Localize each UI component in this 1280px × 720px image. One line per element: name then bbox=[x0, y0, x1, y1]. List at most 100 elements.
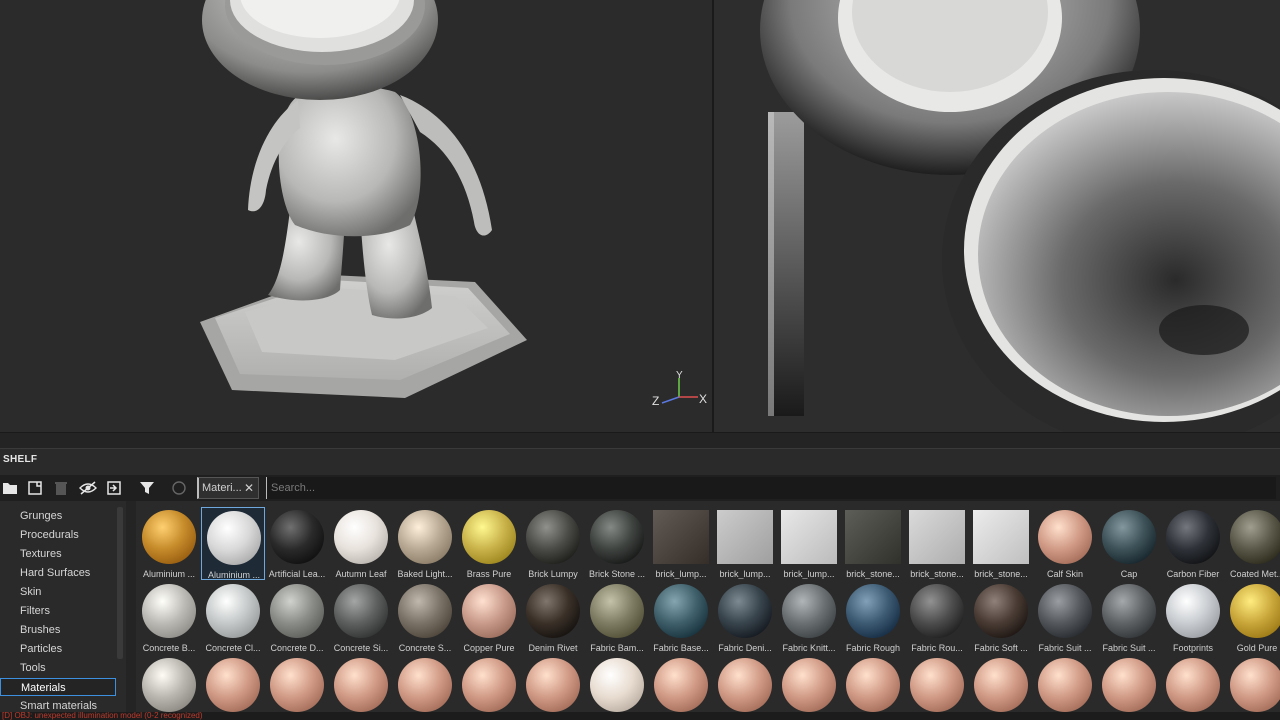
material-tile[interactable]: Fabric Rou... bbox=[905, 581, 969, 654]
material-tile[interactable]: Fabric Base... bbox=[649, 581, 713, 654]
material-tile[interactable]: Aluminium ... bbox=[201, 507, 265, 580]
material-label: Artificial Lea... bbox=[268, 569, 326, 579]
material-tile[interactable] bbox=[585, 655, 649, 720]
material-tile[interactable] bbox=[1225, 655, 1280, 720]
material-tile[interactable]: Concrete S... bbox=[393, 581, 457, 654]
material-tile[interactable]: Artificial Lea... bbox=[265, 507, 329, 580]
folder-icon[interactable] bbox=[0, 478, 20, 498]
material-tile[interactable] bbox=[1161, 655, 1225, 720]
filter-tag-label: Materi... bbox=[202, 482, 242, 494]
material-thumbnail bbox=[910, 584, 964, 638]
search-input[interactable] bbox=[266, 477, 1276, 499]
import-icon[interactable] bbox=[104, 478, 124, 498]
material-thumbnail bbox=[782, 658, 836, 712]
material-tile[interactable] bbox=[1033, 655, 1097, 720]
material-tile[interactable] bbox=[777, 655, 841, 720]
material-tile[interactable] bbox=[649, 655, 713, 720]
material-tile[interactable]: Aluminium ... bbox=[137, 507, 201, 580]
material-tile[interactable] bbox=[201, 655, 265, 720]
new-resource-icon[interactable] bbox=[25, 478, 45, 498]
material-label: Fabric Base... bbox=[653, 643, 709, 653]
material-tile[interactable] bbox=[393, 655, 457, 720]
material-tile[interactable] bbox=[969, 655, 1033, 720]
viewport-2d[interactable] bbox=[714, 0, 1280, 432]
material-thumbnail bbox=[974, 584, 1028, 638]
material-tile[interactable]: Footprints bbox=[1161, 581, 1225, 654]
category-materials[interactable]: Materials bbox=[0, 678, 116, 696]
material-thumbnail bbox=[142, 658, 196, 712]
filter-icon[interactable] bbox=[137, 478, 157, 498]
delete-icon[interactable] bbox=[51, 478, 71, 498]
material-thumbnail bbox=[334, 584, 388, 638]
category-scrollbar[interactable] bbox=[117, 507, 123, 659]
hide-icon[interactable] bbox=[78, 478, 98, 498]
material-tile[interactable]: brick_stone... bbox=[841, 507, 905, 580]
material-thumbnail bbox=[590, 658, 644, 712]
material-tile[interactable]: Autumn Leaf bbox=[329, 507, 393, 580]
material-tile[interactable] bbox=[137, 655, 201, 720]
material-tile[interactable] bbox=[265, 655, 329, 720]
category-skin[interactable]: Skin bbox=[0, 583, 116, 601]
close-icon[interactable]: ✕ bbox=[244, 481, 254, 495]
material-tile[interactable] bbox=[841, 655, 905, 720]
material-tile[interactable] bbox=[713, 655, 777, 720]
material-tile[interactable]: brick_lump... bbox=[777, 507, 841, 580]
material-tile[interactable]: Gold Pure bbox=[1225, 581, 1280, 654]
material-thumbnail bbox=[1166, 584, 1220, 638]
material-tile[interactable] bbox=[521, 655, 585, 720]
material-tile[interactable]: Fabric Rough bbox=[841, 581, 905, 654]
axis-y-label: Y bbox=[676, 370, 683, 381]
viewport-3d[interactable]: Y X Z bbox=[0, 0, 712, 432]
material-tile[interactable] bbox=[905, 655, 969, 720]
category-filters[interactable]: Filters bbox=[0, 602, 116, 620]
material-tile[interactable]: Concrete Cl... bbox=[201, 581, 265, 654]
material-tile[interactable]: Fabric Suit ... bbox=[1097, 581, 1161, 654]
material-tile[interactable]: Baked Light... bbox=[393, 507, 457, 580]
material-tile[interactable]: Fabric Soft ... bbox=[969, 581, 1033, 654]
material-label: Baked Light... bbox=[397, 569, 453, 579]
category-brushes[interactable]: Brushes bbox=[0, 621, 116, 639]
material-tile[interactable]: Fabric Suit ... bbox=[1033, 581, 1097, 654]
material-tile[interactable] bbox=[457, 655, 521, 720]
category-textures[interactable]: Textures bbox=[0, 545, 116, 563]
material-tile[interactable]: Copper Pure bbox=[457, 581, 521, 654]
material-tile[interactable]: Cap bbox=[1097, 507, 1161, 580]
material-thumbnail bbox=[334, 510, 388, 564]
material-tile[interactable]: brick_stone... bbox=[969, 507, 1033, 580]
material-tile[interactable]: Concrete D... bbox=[265, 581, 329, 654]
refresh-icon[interactable] bbox=[169, 478, 189, 498]
material-tile[interactable]: Brick Lumpy bbox=[521, 507, 585, 580]
material-tile[interactable]: Concrete B... bbox=[137, 581, 201, 654]
panel-splitter[interactable] bbox=[0, 432, 1280, 448]
material-tile[interactable]: Fabric Knitt... bbox=[777, 581, 841, 654]
material-tile[interactable]: Brass Pure bbox=[457, 507, 521, 580]
material-tile[interactable]: Fabric Deni... bbox=[713, 581, 777, 654]
material-tile[interactable]: Calf Skin bbox=[1033, 507, 1097, 580]
shelf-toolbar: Materi... ✕ bbox=[0, 475, 1280, 501]
material-tile[interactable]: brick_lump... bbox=[713, 507, 777, 580]
material-tile[interactable]: brick_stone... bbox=[905, 507, 969, 580]
material-tile[interactable]: Denim Rivet bbox=[521, 581, 585, 654]
category-particles[interactable]: Particles bbox=[0, 640, 116, 658]
material-grid: Aluminium ... Aluminium ... Artificial Lea… bbox=[136, 507, 1280, 720]
material-thumbnail bbox=[654, 584, 708, 638]
material-thumbnail bbox=[1102, 584, 1156, 638]
material-label: Fabric Suit ... bbox=[1038, 643, 1092, 653]
axis-z-label: Z bbox=[652, 394, 659, 408]
category-tools[interactable]: Tools bbox=[0, 659, 116, 677]
material-tile[interactable]: brick_lump... bbox=[649, 507, 713, 580]
category-grunges[interactable]: Grunges bbox=[0, 507, 116, 525]
filter-tag-materials[interactable]: Materi... ✕ bbox=[197, 477, 259, 499]
category-procedurals[interactable]: Procedurals bbox=[0, 526, 116, 544]
material-label: Autumn Leaf bbox=[335, 569, 387, 579]
material-tile[interactable]: Brick Stone ... bbox=[585, 507, 649, 580]
material-tile[interactable] bbox=[329, 655, 393, 720]
material-tile[interactable]: Concrete Si... bbox=[329, 581, 393, 654]
material-label: Footprints bbox=[1172, 643, 1214, 653]
material-tile[interactable]: Fabric Bam... bbox=[585, 581, 649, 654]
material-tile[interactable]: Carbon Fiber bbox=[1161, 507, 1225, 580]
material-tile[interactable]: Coated Met... bbox=[1225, 507, 1280, 580]
material-tile[interactable] bbox=[1097, 655, 1161, 720]
material-thumbnail bbox=[1230, 510, 1280, 564]
category-hard-surfaces[interactable]: Hard Surfaces bbox=[0, 564, 116, 582]
